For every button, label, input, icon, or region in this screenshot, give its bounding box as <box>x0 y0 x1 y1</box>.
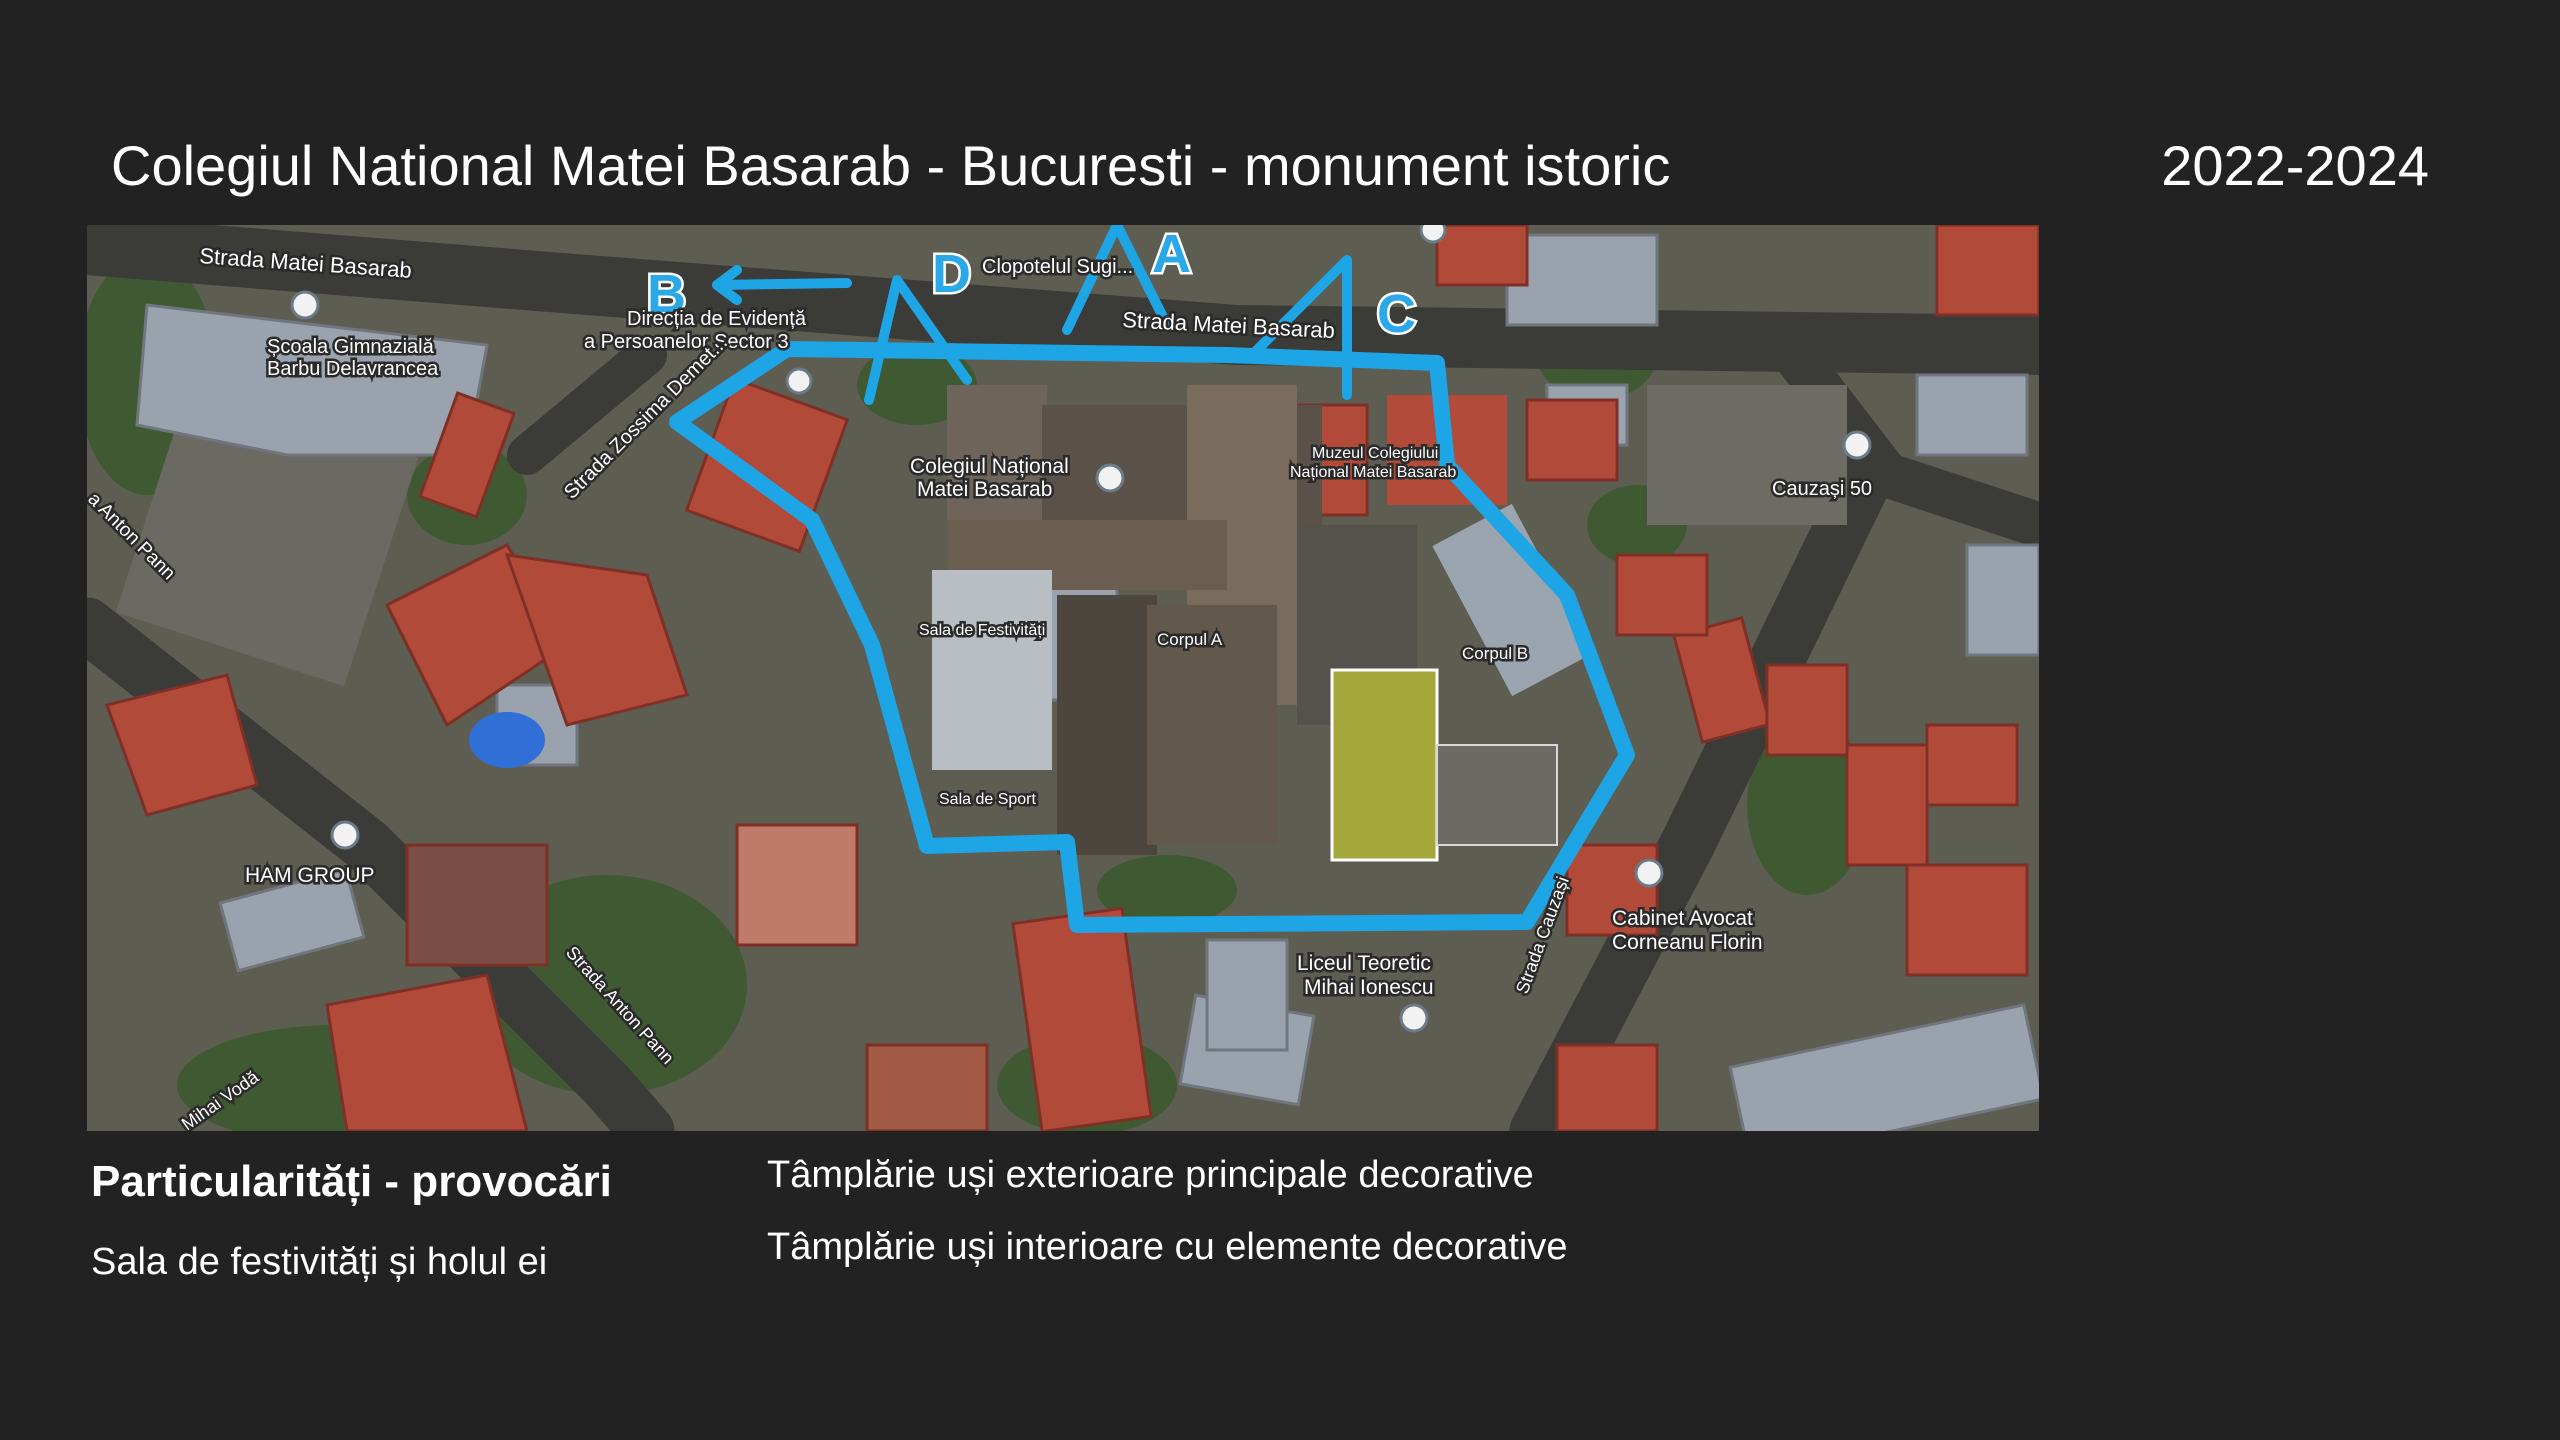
label-sala-festivitati: Sala de Festivități <box>919 622 1045 639</box>
label-clopotelul: Clopotelul Sugi... <box>982 256 1133 278</box>
label-colegiul-line2: Matei Basarab <box>917 478 1052 501</box>
label-colegiul-line1: Colegiul Național <box>910 455 1069 478</box>
label-corpul-b: Corpul B <box>1462 644 1528 663</box>
marker-c: C <box>1377 284 1416 344</box>
label-liceul-line1: Liceul Teoretic <box>1297 952 1431 975</box>
slide-title: Colegiul National Matei Basarab - Bucure… <box>111 134 1671 197</box>
label-scoala-line2: Barbu Delavrancea <box>267 358 439 380</box>
label-cabinet-line2: Corneanu Florin <box>1612 931 1763 954</box>
right-list: Tâmplărie uși exterioare principale deco… <box>767 1150 1568 1294</box>
label-sala-sport: Sala de Sport <box>939 791 1037 808</box>
label-persoanelor-sector: a Persoanelor Sector 3 <box>584 331 789 353</box>
sports-field <box>1330 668 1439 862</box>
slide-years: 2022-2024 <box>2161 134 2429 197</box>
section-title: Particularități - provocări <box>91 1157 612 1206</box>
satellite-map: B D A C Strada Matei Basarab Clopotelul … <box>87 225 2039 1131</box>
left-list-item: Sala de festivități și holul ei <box>91 1241 548 1283</box>
label-cabinet-line1: Cabinet Avocat <box>1612 907 1753 930</box>
parking-lot <box>1647 385 1847 525</box>
right-list-item: Tâmplărie uși interioare cu elemente dec… <box>767 1226 1568 1268</box>
label-corpul-a: Corpul A <box>1157 630 1223 649</box>
label-muzeul-line2: Național Matei Basarab <box>1290 464 1456 481</box>
label-cauzasi-50: Cauzași 50 <box>1772 478 1872 500</box>
label-ham-group: HAM GROUP <box>245 864 375 887</box>
marker-d: D <box>932 244 971 304</box>
swimming-pool <box>469 712 545 768</box>
label-liceul-line2: Mihai Ionescu <box>1304 976 1434 999</box>
label-muzeul-line1: Muzeul Colegiului <box>1312 445 1438 462</box>
right-list-item: Tâmplărie uși exterioare principale deco… <box>767 1154 1534 1196</box>
label-scoala-line1: Școala Gimnazială <box>267 336 435 358</box>
marker-a: A <box>1152 225 1191 284</box>
label-directia-evidenta: Direcția de Evidență <box>627 308 807 330</box>
